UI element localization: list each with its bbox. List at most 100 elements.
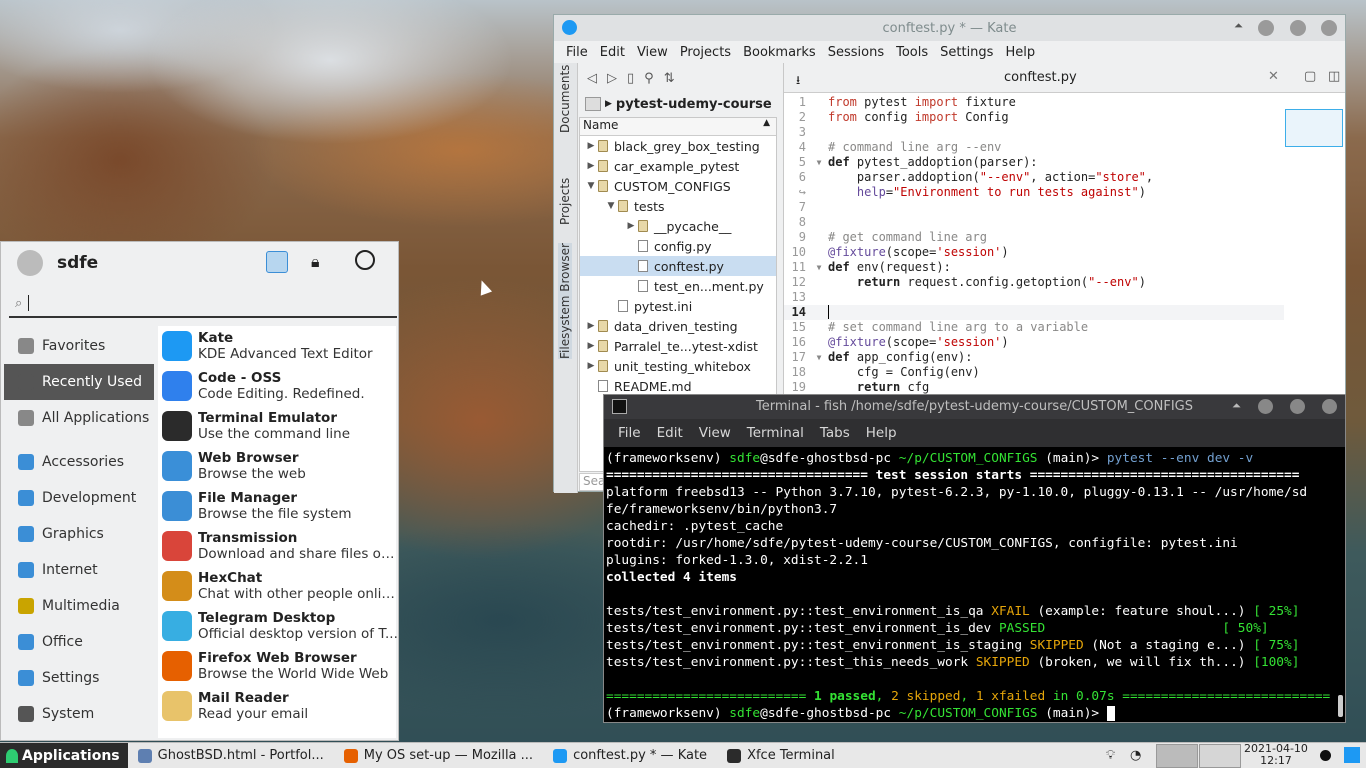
kate-menu-settings[interactable]: Settings [934,45,999,60]
fold-marker-icon[interactable]: ▼ [810,155,828,170]
tree-row[interactable]: ▶ car_example_pytest [580,156,776,176]
code-line[interactable]: 11 ▼ def env(request): [784,260,1284,275]
terminal-output[interactable]: (frameworksenv) sdfe@sdfe-ghostbsd-pc ~/… [606,450,1335,722]
kate-menu-help[interactable]: Help [999,45,1041,60]
fold-marker-icon[interactable] [810,125,828,140]
split-view-icon[interactable]: ◫ [1328,69,1340,84]
kate-menu-edit[interactable]: Edit [594,45,631,60]
tree-row[interactable]: config.py [580,236,776,256]
expand-arrow-icon[interactable]: ▼ [604,201,618,211]
code-view[interactable]: 1 from pytest import fixture 2 from config … [784,95,1284,395]
fold-marker-icon[interactable] [810,110,828,125]
close-tab-icon[interactable]: ✕ [1268,69,1279,84]
tree-row[interactable]: test_en...ment.py [580,276,776,296]
code-line[interactable]: 15 # set command line arg to a variable [784,320,1284,335]
fold-marker-icon[interactable]: ▼ [810,350,828,365]
app-hexchat[interactable]: HexChat Chat with other people online [158,566,398,606]
category-development[interactable]: Development [4,480,154,516]
code-line[interactable]: 10 @fixture(scope='session') [784,245,1284,260]
bookmark-icon[interactable]: ▯ [627,71,634,86]
clock[interactable]: 2021-04-10 12:17 [1244,743,1308,767]
search-input[interactable] [28,295,30,311]
fold-marker-icon[interactable] [810,170,828,185]
code-line[interactable]: 7 [784,200,1284,215]
code-line[interactable]: 18 cfg = Config(env) [784,365,1284,380]
app-firefox-web-browser[interactable]: Firefox Web Browser Browse the World Wide… [158,646,396,686]
kate-minimize-button[interactable] [1258,20,1274,36]
code-line[interactable]: 2 from config import Config [784,110,1284,125]
category-recently-used[interactable]: Recently Used [4,364,154,400]
fold-marker-icon[interactable] [810,230,828,245]
bulb-icon[interactable]: 💡︎ [1106,748,1115,763]
expand-arrow-icon[interactable]: ▼ [584,181,598,191]
app-terminal-emulator[interactable]: Terminal Emulator Use the command line [158,406,396,446]
taskbar-item[interactable]: Xfce Terminal [717,743,845,768]
settings-toggle-icon[interactable] [266,251,288,273]
code-line[interactable]: 13 [784,290,1284,305]
code-line[interactable]: 4 # command line arg --env [784,140,1284,155]
lock-icon[interactable]: 🔒︎ [311,252,320,272]
terminal-close-button[interactable] [1322,399,1337,414]
terminal-keep-above-icon[interactable]: ⏶ [1232,399,1241,413]
fold-marker-icon[interactable]: ▼ [810,260,828,275]
taskbar-item[interactable]: GhostBSD.html - Portfol... [128,743,334,768]
terminal-titlebar[interactable]: Terminal - fish /home/sdfe/pytest-udemy-… [604,395,1345,419]
tree-row[interactable]: README.md [580,376,776,396]
back-icon[interactable]: ◁ [587,71,597,86]
fold-marker-icon[interactable] [810,320,828,335]
kate-menu-bookmarks[interactable]: Bookmarks [737,45,822,60]
tree-row[interactable]: ▶ black_grey_box_testing [580,136,776,156]
fold-marker-icon[interactable] [810,305,828,320]
kate-menu-sessions[interactable]: Sessions [822,45,890,60]
app-transmission[interactable]: Transmission Download and share files ov.… [158,526,398,566]
expand-arrow-icon[interactable]: ▶ [584,321,598,331]
terminal-maximize-button[interactable] [1290,399,1305,414]
terminal-menu-edit[interactable]: Edit [649,425,691,441]
wifi-icon[interactable]: ◔ [1130,748,1141,763]
fold-marker-icon[interactable] [810,275,828,290]
expand-arrow-icon[interactable]: ▶ [584,141,598,151]
code-line[interactable]: 17 ▼ def app_config(env): [784,350,1284,365]
fold-marker-icon[interactable] [810,245,828,260]
app-code-oss[interactable]: Code - OSS Code Editing. Redefined. [158,366,396,406]
projects-tab[interactable]: Projects [558,178,572,225]
expand-arrow-icon[interactable]: ▶ [584,361,598,371]
tree-row[interactable]: ▶ Parralel_te...ytest-xdist [580,336,776,356]
category-system[interactable]: System [4,696,154,732]
kate-menu-view[interactable]: View [631,45,674,60]
terminal-scrollbar[interactable] [1338,695,1343,717]
tree-row[interactable]: ▼ tests [580,196,776,216]
taskbar-item[interactable]: conftest.py * — Kate [543,743,717,768]
terminal-menu-view[interactable]: View [691,425,739,441]
fold-marker-icon[interactable] [810,215,828,230]
forward-icon[interactable]: ▷ [607,71,617,86]
home-icon[interactable] [585,97,601,111]
new-tab-icon[interactable]: ▢ [1304,69,1316,84]
notification-dot-icon[interactable] [1320,750,1331,761]
fold-marker-icon[interactable] [810,200,828,215]
applications-button[interactable]: Applications [0,742,128,768]
category-accessories[interactable]: Accessories [4,444,154,480]
terminal-menu-terminal[interactable]: Terminal [739,425,812,441]
category-favorites[interactable]: Favorites [4,328,154,364]
code-line[interactable]: 12 return request.config.getoption("--en… [784,275,1284,290]
terminal-minimize-button[interactable] [1258,399,1273,414]
code-line[interactable]: 6 parser.addoption("--env", action="stor… [784,170,1284,185]
tree-row[interactable]: conftest.py [580,256,776,276]
sync-icon[interactable]: ⚲ [644,71,654,86]
tree-row[interactable]: ▶ unit_testing_whitebox [580,356,776,376]
options-icon[interactable]: ⇅ [664,71,675,86]
kate-menu-tools[interactable]: Tools [890,45,934,60]
fold-marker-icon[interactable] [810,185,828,200]
tree-row[interactable]: ▶ __pycache__ [580,216,776,236]
terminal-menu-file[interactable]: File [610,425,649,441]
category-multimedia[interactable]: Multimedia [4,588,154,624]
documents-tab[interactable]: Documents [558,65,572,133]
terminal-menu-help[interactable]: Help [858,425,905,441]
kate-keep-above-icon[interactable]: ⏶ [1234,19,1243,33]
breadcrumb-folder[interactable]: pytest-udemy-course [616,97,772,112]
kate-menu-file[interactable]: File [560,45,594,60]
app-mail-reader[interactable]: Mail Reader Read your email [158,686,396,726]
category-internet[interactable]: Internet [4,552,154,588]
tree-row[interactable]: pytest.ini [580,296,776,316]
